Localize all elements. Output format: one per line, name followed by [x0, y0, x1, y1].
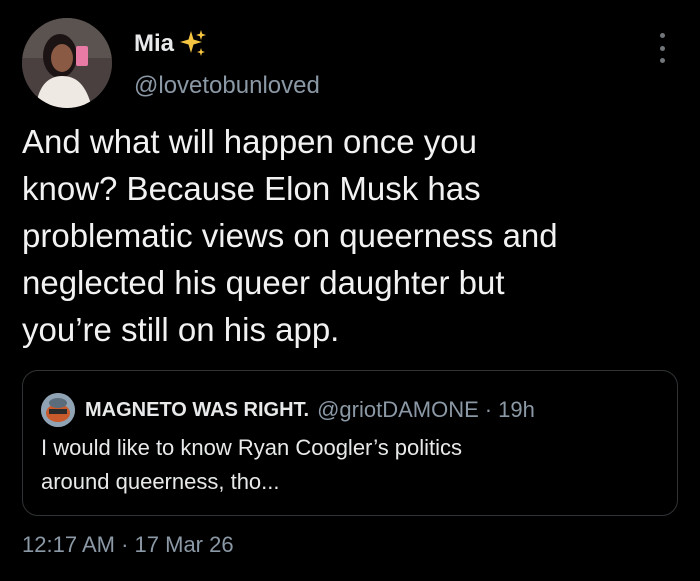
- quoted-tweet-header: MAGNETO WAS RIGHT. @griotDAMONE · 19h: [41, 393, 535, 427]
- quoted-tweet-card[interactable]: MAGNETO WAS RIGHT. @griotDAMONE · 19h I …: [22, 370, 678, 516]
- more-options-icon[interactable]: [649, 33, 675, 63]
- quoted-separator: ·: [484, 397, 493, 422]
- tweet-time: 12:17 AM: [22, 532, 115, 557]
- tweet-timestamp[interactable]: 12:17 AM · 17 Mar 26: [22, 532, 234, 558]
- quoted-author-handle[interactable]: @griotDAMONE: [317, 397, 479, 423]
- more-dot: [659, 45, 665, 51]
- author-avatar-image: [22, 18, 112, 108]
- author-avatar[interactable]: [22, 18, 112, 108]
- timestamp-separator: ·: [121, 532, 129, 557]
- quoted-author-avatar[interactable]: [41, 393, 75, 427]
- tweet-text: And what will happen once you know? Beca…: [22, 123, 558, 348]
- more-dot: [659, 33, 665, 38]
- quoted-time[interactable]: 19h: [498, 397, 535, 423]
- tweet-date: 17 Mar 26: [134, 532, 234, 557]
- more-dot: [659, 58, 665, 63]
- quoted-tweet-text: I would like to know Ryan Coogler’s poli…: [41, 435, 463, 494]
- author-handle[interactable]: @lovetobunloved: [134, 72, 320, 100]
- author-name-row[interactable]: Mia: [134, 29, 208, 59]
- sparkles-emoji-icon: [178, 29, 208, 59]
- quoted-author-name[interactable]: MAGNETO WAS RIGHT.: [85, 399, 309, 422]
- author-display-name[interactable]: Mia: [134, 30, 174, 58]
